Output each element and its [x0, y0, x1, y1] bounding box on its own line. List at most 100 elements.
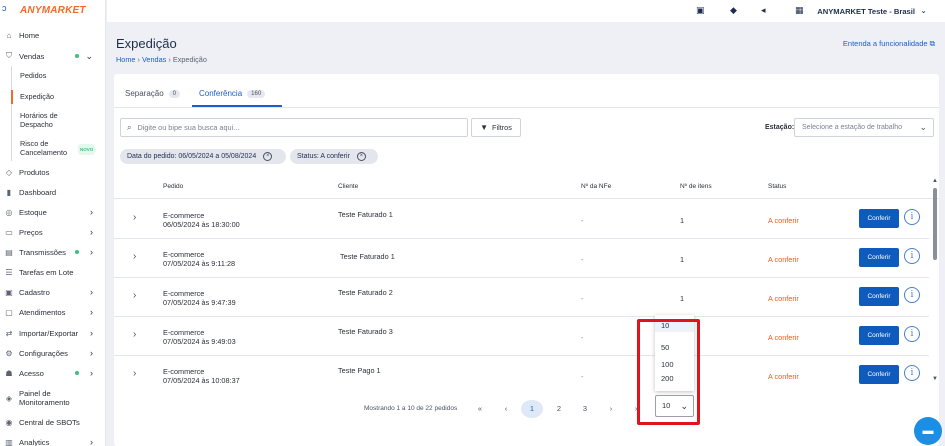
info-icon[interactable]: i — [904, 365, 920, 381]
previous-page-icon[interactable]: ‹ — [495, 400, 517, 418]
account-name[interactable]: ANYMARKET Teste - Brasil — [817, 7, 915, 16]
breadcrumb-home[interactable]: Home — [116, 55, 135, 64]
sidebar-item-dashboard[interactable]: ▮ Dashboard — [0, 184, 106, 200]
station-label: Estação: — [765, 124, 795, 131]
breadcrumb-separator: › — [168, 55, 171, 64]
conferir-button[interactable]: Conferir — [859, 365, 899, 384]
submenu-item-expedicao[interactable]: Expedição — [20, 92, 54, 101]
tab-label: Conferência — [199, 89, 243, 98]
filter-icon: ▼ — [480, 123, 489, 132]
sidebar-item-label: Estoque — [19, 207, 47, 217]
home-icon: ⌂ — [6, 30, 12, 40]
sidebar-item-produtos[interactable]: ◇ Produtos — [0, 164, 106, 180]
filters-button[interactable]: ▼ Filtros — [471, 118, 521, 137]
next-page-icon[interactable]: › — [600, 400, 622, 418]
station-placeholder: Selecione a estação de trabalho — [802, 124, 903, 131]
first-page-icon[interactable]: « — [469, 400, 491, 418]
table-scrollbar[interactable]: ▲ ▼ — [932, 178, 938, 388]
expand-row-icon[interactable]: › — [133, 290, 136, 301]
breadcrumb-vendas[interactable]: Vendas — [142, 55, 166, 64]
table-row[interactable]: › E-commerce 07/05/2024 às 9:49:03 Teste… — [114, 317, 929, 356]
page-2-button[interactable]: 2 — [548, 400, 570, 418]
announcement-icon[interactable]: ◂ — [761, 5, 766, 16]
status-dot — [75, 54, 79, 58]
chevron-right-icon: › — [90, 227, 93, 237]
money-icon: ▭ — [5, 227, 13, 237]
sidebar-item-label: Atendimentos — [19, 307, 66, 317]
register-icon: ▣ — [5, 287, 13, 297]
sidebar-item-estoque[interactable]: ◎ Estoque › — [0, 204, 106, 220]
chat-icon: ▢ — [5, 307, 13, 317]
expand-row-icon[interactable]: › — [133, 368, 136, 379]
table-row[interactable]: › E-commerce 07/05/2024 às 9:11:28 Teste… — [114, 239, 929, 278]
conferir-button[interactable]: Conferir — [859, 209, 899, 228]
station-select[interactable]: Selecione a estação de trabalho ⌄ — [794, 118, 934, 137]
sidebar-item-label: Produtos — [19, 167, 50, 177]
sidebar-item-precos[interactable]: ▭ Preços › — [0, 224, 106, 240]
expand-row-icon[interactable]: › — [133, 251, 136, 262]
sidebar-item-tarefas-lote[interactable]: ☰ Tarefas em Lote — [0, 264, 106, 280]
bot-icon: ◉ — [5, 417, 13, 427]
logo[interactable]: ↄ ANYMARKET — [0, 0, 106, 20]
filter-chip-date[interactable]: Data do pedido: 06/05/2024 a 05/08/2024 … — [120, 149, 286, 164]
sidebar-item-analytics[interactable]: ▥ Analytics › — [0, 434, 106, 446]
bar-chart-icon: ▮ — [6, 187, 12, 197]
page-1-button[interactable]: 1 — [521, 400, 543, 418]
items-cell: 1 — [680, 255, 685, 264]
sidebar-item-label: Home — [19, 30, 40, 40]
store-icon[interactable]: ▦ — [795, 5, 804, 16]
tab-separacao[interactable]: Separação 0 — [125, 89, 181, 98]
status-cell: A conferir — [768, 216, 799, 225]
conferir-button[interactable]: Conferir — [859, 287, 899, 306]
submenu-item-pedidos[interactable]: Pedidos — [20, 71, 46, 80]
chevron-right-icon: › — [90, 437, 93, 446]
sidebar-item-atendimentos[interactable]: ▢ Atendimentos › — [0, 304, 106, 320]
expand-row-icon[interactable]: › — [133, 212, 136, 223]
sidebar-item-painel-monitoramento[interactable]: ◈ Painel de Monitoramento — [0, 386, 106, 410]
client-cell: Teste Faturado 3 — [338, 327, 393, 336]
scroll-up-icon[interactable]: ▲ — [932, 178, 938, 184]
scroll-down-icon[interactable]: ▼ — [932, 376, 938, 382]
nfe-cell: - — [581, 255, 584, 264]
sidebar-item-vendas[interactable]: ⛉ Vendas ⌄ — [0, 48, 106, 64]
sidebar-item-importar-exportar[interactable]: ⇄ Importar/Exportar › — [0, 325, 106, 341]
notifications-icon[interactable]: ▣ — [696, 5, 705, 16]
sidebar-item-central-sbots[interactable]: ◉ Central de SBOTs — [0, 414, 106, 430]
sidebar-item-home[interactable]: ⌂ Home — [0, 27, 106, 43]
table-row[interactable]: › E-commerce 07/05/2024 às 9:47:39 Teste… — [114, 278, 929, 317]
nfe-cell: - — [581, 216, 584, 225]
info-icon[interactable]: i — [904, 326, 920, 342]
order-date: 06/05/2024 às 18:30:00 — [163, 220, 240, 229]
search-input[interactable] — [137, 123, 458, 132]
diamond-icon[interactable]: ◆ — [730, 5, 737, 16]
order-cell: E-commerce 07/05/2024 às 10:08:37 — [163, 367, 240, 385]
conferir-button[interactable]: Conferir — [859, 248, 899, 267]
expand-row-icon[interactable]: › — [133, 329, 136, 340]
conferir-button[interactable]: Conferir — [859, 326, 899, 345]
close-icon[interactable]: × — [356, 152, 366, 161]
breadcrumb-separator: › — [137, 55, 140, 64]
close-icon[interactable]: × — [263, 152, 273, 161]
order-cell: E-commerce 07/05/2024 às 9:47:39 — [163, 289, 236, 307]
learn-feature-link[interactable]: Entenda a funcionalidade ⧉ — [843, 39, 935, 49]
search-box[interactable]: ⌕ — [120, 118, 468, 137]
chat-support-button[interactable]: ▬ — [914, 417, 942, 445]
submenu-item-risco-cancelamento[interactable]: Risco de Cancelamento NOVO — [20, 139, 102, 157]
order-channel: E-commerce — [163, 289, 205, 298]
chevron-down-icon[interactable]: ⌄ — [920, 6, 927, 15]
pagination-info: Mostrando 1 a 10 de 22 pedidos — [364, 405, 458, 412]
page-3-button[interactable]: 3 — [574, 400, 596, 418]
sidebar-item-transmissoes[interactable]: ▤ Transmissões › — [0, 244, 106, 260]
info-icon[interactable]: i — [904, 287, 920, 303]
info-icon[interactable]: i — [904, 248, 920, 264]
submenu-item-horarios-despacho[interactable]: Horários de Despacho — [20, 111, 80, 129]
sidebar-item-cadastro[interactable]: ▣ Cadastro › — [0, 284, 106, 300]
table-row[interactable]: › E-commerce 07/05/2024 às 10:08:37 Test… — [114, 356, 929, 395]
filter-chip-status[interactable]: Status: A conferir × — [290, 149, 378, 164]
table-row[interactable]: › E-commerce 06/05/2024 às 18:30:00 Test… — [114, 200, 929, 239]
sidebar-item-acesso[interactable]: ☗ Acesso › — [0, 365, 106, 381]
sidebar-item-configuracoes[interactable]: ⚙ Configurações › — [0, 345, 106, 361]
scrollbar-thumb[interactable] — [933, 188, 937, 260]
info-icon[interactable]: i — [904, 209, 920, 225]
tab-conferencia[interactable]: Conferência 160 — [199, 89, 266, 98]
